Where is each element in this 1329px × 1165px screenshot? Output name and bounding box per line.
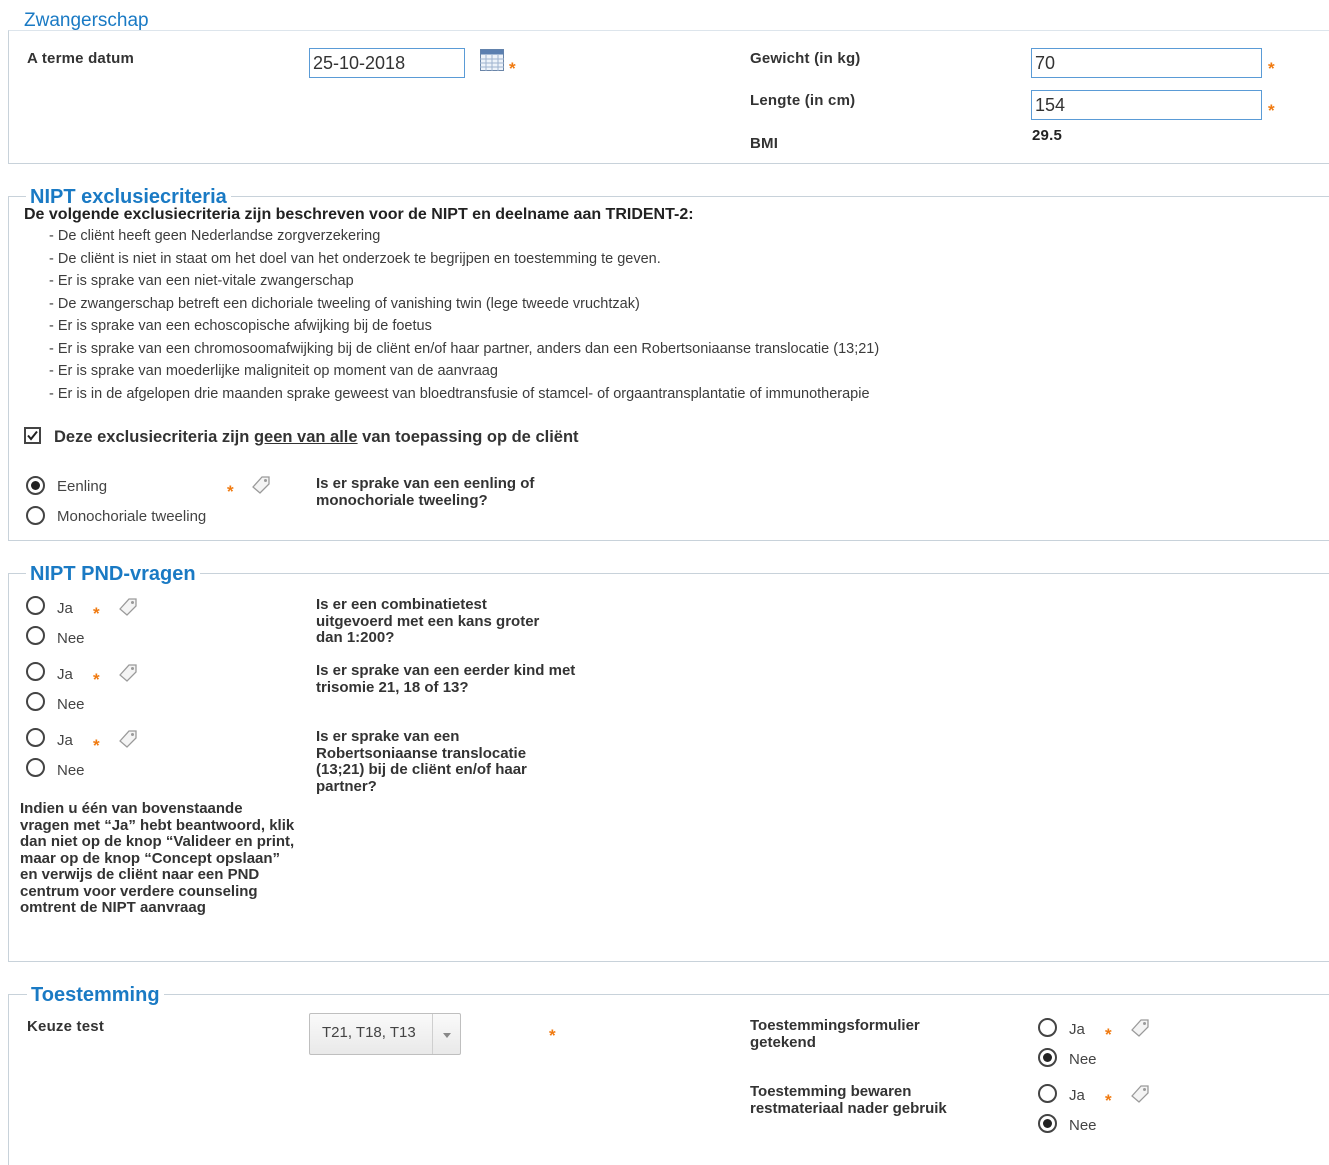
store-material-yes[interactable]	[1038, 1084, 1057, 1103]
pnd-q2-yes-label[interactable]: Ja	[57, 666, 73, 683]
radio-monochoriale-tweeling[interactable]	[26, 506, 45, 525]
test-choice-label: Keuze test	[27, 1018, 105, 1035]
pnd-question-1: Is er een combinatietest uitgevoerd met …	[316, 596, 540, 646]
form-signed-yes[interactable]	[1038, 1018, 1057, 1037]
criteria-item: - De zwangerschap betreft een dichoriale…	[49, 296, 640, 312]
weight-label: Gewicht (in kg)	[750, 50, 861, 67]
required-star: *	[93, 670, 100, 689]
required-star: *	[509, 59, 516, 78]
pnd-q2-no[interactable]	[26, 692, 45, 711]
pnd-q1-yes[interactable]	[26, 596, 45, 615]
tag-icon[interactable]	[117, 728, 139, 750]
pnd-q1-yes-label[interactable]: Ja	[57, 600, 73, 617]
tag-icon[interactable]	[1129, 1017, 1151, 1039]
required-star: *	[1268, 101, 1275, 120]
pregnancy-title: Zwangerschap	[24, 10, 149, 31]
pnd-q3-no-label[interactable]: Nee	[57, 762, 85, 779]
criteria-item: - Er is in de afgelopen drie maanden spr…	[49, 386, 870, 402]
exclusion-confirm-label[interactable]: Deze exclusiecriteria zijn geen van alle…	[54, 428, 579, 447]
required-star: *	[93, 604, 100, 623]
exclusion-title: NIPT exclusiecriteria	[26, 186, 231, 208]
chevron-down-icon[interactable]	[432, 1014, 460, 1054]
criteria-item: - Er is sprake van een niet-vitale zwang…	[49, 273, 354, 289]
calendar-icon[interactable]	[480, 49, 504, 76]
required-star: *	[227, 482, 234, 501]
store-material-no[interactable]	[1038, 1114, 1057, 1133]
confirm-underlined: geen van alle	[253, 428, 358, 446]
criteria-item: - De cliënt heeft geen Nederlandse zorgv…	[49, 228, 381, 244]
length-label: Lengte (in cm)	[750, 92, 856, 109]
pnd-title: NIPT PND-vragen	[26, 563, 200, 585]
criteria-item: - De cliënt is niet in staat om het doel…	[49, 251, 661, 267]
tag-icon[interactable]	[117, 596, 139, 618]
confirm-suffix: van toepassing op de cliënt	[357, 428, 579, 446]
criteria-item: - Er is sprake van moederlijke malignite…	[49, 363, 498, 379]
bmi-label: BMI	[750, 135, 779, 152]
pnd-q3-no[interactable]	[26, 758, 45, 777]
radio-monochoriale-label[interactable]: Monochoriale tweeling	[57, 508, 206, 525]
due-date-label: A terme datum	[27, 50, 135, 67]
required-star: *	[549, 1026, 556, 1045]
tag-icon[interactable]	[250, 474, 272, 496]
required-star: *	[93, 736, 100, 755]
required-star: *	[1105, 1091, 1112, 1110]
bmi-value: 29.5	[1032, 127, 1062, 144]
store-material-label: Toestemming bewaren restmateriaal nader …	[750, 1083, 947, 1117]
form-signed-label: Toestemmingsformulier getekend	[750, 1017, 920, 1051]
store-material-no-label[interactable]: Nee	[1069, 1117, 1097, 1134]
pnd-question-3: Is er sprake van een Robertsoniaanse tra…	[316, 728, 527, 795]
pnd-note: Indien u één van bovenstaande vragen met…	[20, 800, 295, 916]
form-signed-no-label[interactable]: Nee	[1069, 1051, 1097, 1068]
confirm-prefix: Deze exclusiecriteria zijn	[54, 428, 254, 446]
pnd-q1-no-label[interactable]: Nee	[57, 630, 85, 647]
length-input[interactable]	[1031, 90, 1262, 120]
pnd-q2-yes[interactable]	[26, 662, 45, 681]
radio-eenling-label[interactable]: Eenling	[57, 478, 107, 495]
form-signed-no[interactable]	[1038, 1048, 1057, 1067]
required-star: *	[1105, 1025, 1112, 1044]
pnd-q2-no-label[interactable]: Nee	[57, 696, 85, 713]
criteria-item: - Er is sprake van een echoscopische afw…	[49, 318, 432, 334]
pnd-question-2: Is er sprake van een eerder kind met tri…	[316, 662, 576, 696]
form-signed-yes-label[interactable]: Ja	[1069, 1021, 1085, 1038]
criteria-item: - Er is sprake van een chromosoomafwijki…	[49, 341, 880, 357]
store-material-yes-label[interactable]: Ja	[1069, 1087, 1085, 1104]
exclusion-confirm-checkbox[interactable]	[24, 427, 41, 444]
eenling-question: Is er sprake van een eenling of monochor…	[316, 475, 535, 509]
pnd-q1-no[interactable]	[26, 626, 45, 645]
tag-icon[interactable]	[117, 662, 139, 684]
due-date-input[interactable]	[309, 48, 465, 78]
consent-title: Toestemming	[27, 984, 164, 1006]
radio-eenling[interactable]	[26, 476, 45, 495]
test-choice-value: T21, T18, T13	[322, 1024, 416, 1041]
required-star: *	[1268, 59, 1275, 78]
exclusion-intro: De volgende exclusiecriteria zijn beschr…	[24, 206, 694, 223]
test-choice-select[interactable]: T21, T18, T13	[309, 1013, 461, 1055]
pnd-q3-yes[interactable]	[26, 728, 45, 747]
tag-icon[interactable]	[1129, 1083, 1151, 1105]
checkmark-icon	[27, 430, 38, 441]
pnd-q3-yes-label[interactable]: Ja	[57, 732, 73, 749]
weight-input[interactable]	[1031, 48, 1262, 78]
